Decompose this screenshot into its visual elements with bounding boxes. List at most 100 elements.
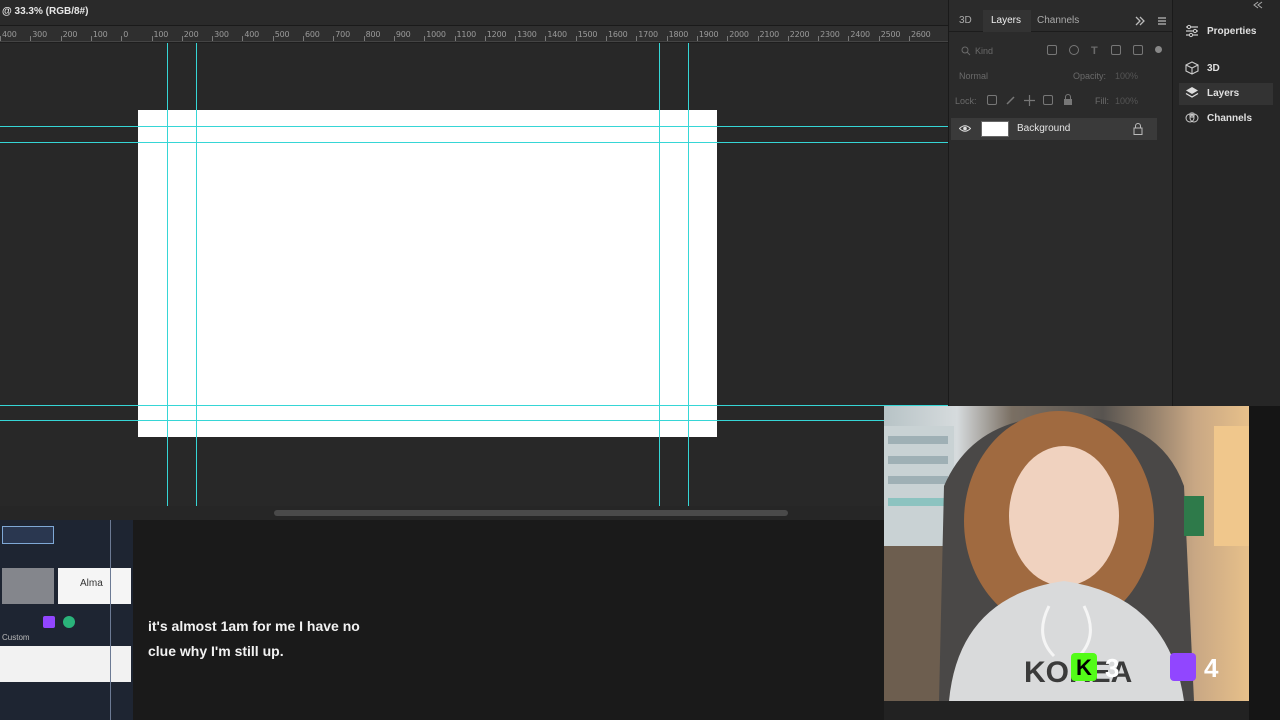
- guide-vertical[interactable]: [196, 43, 197, 506]
- scene-preview-alma[interactable]: Alma: [58, 568, 131, 604]
- lock-transparent-icon[interactable]: [987, 95, 997, 105]
- visibility-eye-icon[interactable]: [959, 124, 971, 133]
- lock-all-icon[interactable]: [1063, 94, 1073, 106]
- properties-dock: Properties 3D Layers Channels: [1172, 0, 1280, 406]
- ruler-tick-label: 1600: [608, 30, 628, 39]
- ruler-tick-label: 1800: [668, 30, 689, 39]
- ruler-tick-label: 600: [305, 30, 320, 39]
- filter-type-icon[interactable]: T: [1091, 45, 1098, 57]
- lock-move-icon[interactable]: [1024, 95, 1035, 106]
- channels-icon: [1185, 112, 1199, 123]
- filter-shape-icon[interactable]: [1111, 45, 1121, 55]
- custom-preview[interactable]: [0, 646, 131, 682]
- twitch-icon: [43, 616, 55, 628]
- ruler-tick-label: 900: [395, 30, 411, 39]
- scene-preview[interactable]: [2, 568, 54, 604]
- canvas-area[interactable]: [0, 43, 948, 506]
- chat-message: it's almost 1am for me I have no clue wh…: [148, 618, 360, 659]
- layer-filter-row: Kind T: [953, 42, 1165, 60]
- guide-horizontal[interactable]: [0, 420, 948, 421]
- ruler-tick: [666, 36, 668, 41]
- tab-channels[interactable]: Channels: [1037, 15, 1079, 26]
- document-title: @ 33.3% (RGB/8#): [2, 6, 89, 17]
- ruler-tick-label: 2000: [729, 30, 749, 39]
- ruler-tick-label: 2500: [880, 30, 901, 39]
- guide-horizontal[interactable]: [0, 126, 948, 127]
- ruler-tick-label: 2200: [789, 30, 810, 39]
- ruler-tick: [242, 36, 244, 41]
- ruler-tick: [393, 36, 395, 41]
- filter-adjustment-icon[interactable]: [1069, 45, 1079, 55]
- ruler-tick-label: 300: [214, 30, 229, 39]
- scene-label: Alma: [80, 578, 103, 589]
- lock-row: Lock: Fill: 100%: [953, 92, 1165, 110]
- ruler-tick-label: 300: [32, 30, 47, 39]
- filter-kind-select[interactable]: Kind: [975, 46, 993, 56]
- search-icon: [961, 46, 971, 56]
- ruler-tick-label: 400: [244, 30, 260, 39]
- tab-3d[interactable]: 3D: [959, 15, 972, 26]
- ruler-tick: [0, 36, 1, 41]
- fill-value[interactable]: 100%: [1115, 96, 1138, 106]
- ruler-tick-label: 1500: [577, 30, 598, 39]
- ruler-tick: [848, 36, 850, 41]
- channels-button[interactable]: Channels: [1179, 108, 1273, 130]
- ruler-tick: [787, 36, 789, 41]
- scene-preview[interactable]: [2, 526, 54, 544]
- below-webcam-strip: [884, 701, 1249, 720]
- ruler-tick: [303, 36, 304, 41]
- panel-menu-icon[interactable]: [1157, 16, 1167, 26]
- bottom-area: Alma Custom it's almost 1am for me I hav…: [0, 520, 884, 720]
- opacity-value[interactable]: 100%: [1115, 71, 1138, 81]
- tab-layers[interactable]: Layers: [991, 15, 1021, 26]
- guide-horizontal[interactable]: [0, 405, 948, 406]
- right-edge-strip: [1249, 406, 1280, 720]
- layer-row[interactable]: Background: [951, 118, 1157, 140]
- scrollbar-thumb[interactable]: [274, 510, 788, 516]
- custom-label: Custom: [2, 633, 30, 642]
- document-tab[interactable]: @ 33.3% (RGB/8#): [0, 0, 948, 26]
- guide-vertical[interactable]: [659, 43, 660, 506]
- ruler-tick-label: 1000: [426, 30, 446, 39]
- ruler-tick: [909, 36, 910, 41]
- ruler-tick-label: 1100: [456, 30, 477, 39]
- lock-label: Lock:: [955, 96, 977, 106]
- filter-toggle-icon[interactable]: [1155, 46, 1162, 53]
- ruler-tick: [272, 36, 274, 41]
- ruler-tick: [606, 36, 607, 41]
- properties-button[interactable]: Properties: [1179, 21, 1273, 43]
- layers-icon: [1185, 87, 1199, 98]
- layer-lock-icon[interactable]: [1133, 123, 1143, 135]
- fill-label: Fill:: [1095, 96, 1109, 106]
- ruler-tick: [424, 36, 426, 41]
- kick-count: 3: [1105, 653, 1120, 683]
- guide-vertical[interactable]: [688, 43, 689, 506]
- ruler-tick-label: 500: [274, 30, 290, 39]
- ruler-tick-label: 100: [153, 30, 169, 39]
- horizontal-scrollbar[interactable]: [0, 506, 884, 520]
- layer-thumbnail: [981, 121, 1009, 137]
- panel-tabs: 3D Layers Channels: [949, 10, 1173, 32]
- ruler-tick-label: 100: [92, 30, 108, 39]
- ruler-tick: [90, 36, 92, 41]
- filter-pixel-icon[interactable]: [1047, 45, 1057, 55]
- ruler-tick: [878, 36, 880, 41]
- collapse-panel-icon[interactable]: [1135, 16, 1145, 26]
- lock-artboard-icon[interactable]: [1043, 95, 1053, 105]
- artboard[interactable]: [138, 110, 717, 437]
- twitch-count: 4: [1204, 653, 1219, 683]
- layers-button[interactable]: Layers: [1179, 83, 1273, 105]
- ruler-tick: [212, 36, 214, 41]
- kick-icon: K: [1071, 653, 1097, 681]
- blend-mode-select[interactable]: Normal: [959, 71, 988, 81]
- lock-paint-icon[interactable]: [1005, 95, 1016, 106]
- guide-vertical[interactable]: [167, 43, 168, 506]
- layer-name[interactable]: Background: [1017, 123, 1070, 134]
- 3d-button[interactable]: 3D: [1179, 58, 1273, 80]
- guide-horizontal[interactable]: [0, 142, 948, 143]
- ruler-tick: [454, 36, 456, 41]
- expand-dock-icon[interactable]: [1253, 1, 1263, 9]
- ruler-tick: [333, 36, 335, 41]
- ruler-tick: [151, 36, 153, 41]
- filter-smart-object-icon[interactable]: [1133, 45, 1143, 55]
